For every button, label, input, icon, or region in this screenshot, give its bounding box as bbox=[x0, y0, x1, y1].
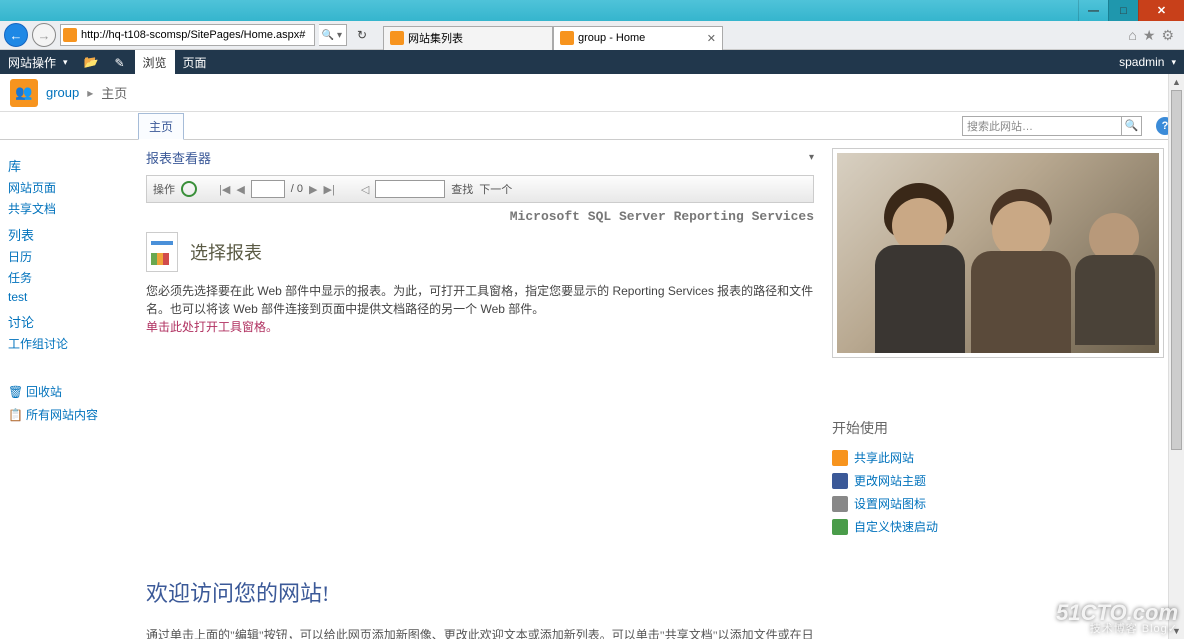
gs-set-icon[interactable]: 设置网站图标 bbox=[832, 492, 1170, 515]
edit-page-icon[interactable]: ✎ bbox=[107, 50, 135, 74]
hero-image bbox=[832, 148, 1164, 358]
nav-head-libraries[interactable]: 库 bbox=[8, 156, 130, 175]
page-body: 库 网站页面 共享文档 列表 日历 任务 test 讨论 工作组讨论 🗑回收站 … bbox=[0, 140, 1184, 639]
home-icon[interactable]: ⌂ bbox=[1128, 27, 1136, 44]
nav-recycle-bin[interactable]: 🗑回收站 bbox=[8, 380, 130, 403]
nav-site-pages[interactable]: 网站页面 bbox=[8, 177, 130, 198]
forward-button[interactable]: → bbox=[32, 23, 56, 47]
sharepoint-ribbon: 网站操作 📂 ✎ 浏览 页面 spadmin bbox=[0, 50, 1184, 74]
tab-close-icon[interactable]: ✕ bbox=[707, 32, 716, 45]
url-input[interactable] bbox=[81, 29, 312, 41]
theme-icon bbox=[832, 473, 848, 489]
report-toolbar: 操作 |◀ ◀ / 0 ▶ ▶| ◁ 查找 下一个 bbox=[146, 175, 814, 203]
report-refresh-icon[interactable] bbox=[181, 181, 197, 197]
breadcrumb-current: 主页 bbox=[101, 83, 127, 102]
nav-head-lists[interactable]: 列表 bbox=[8, 225, 130, 244]
select-report-header: 选择报表 bbox=[146, 232, 814, 272]
nav-test[interactable]: test bbox=[8, 288, 130, 306]
page-topstrip: 主页 🔍 ? bbox=[0, 112, 1184, 140]
address-bar[interactable] bbox=[60, 24, 315, 46]
close-button[interactable]: ✕ bbox=[1138, 0, 1184, 21]
browser-toolbar: ← → 🔍 ▾ ↻ 网站集列表 group - Home ✕ ⌂ ★ ⚙ bbox=[0, 21, 1184, 50]
favorites-icon[interactable]: ★ bbox=[1143, 27, 1156, 44]
scroll-up-icon[interactable]: ▲ bbox=[1169, 74, 1184, 90]
gs-change-theme[interactable]: 更改网站主题 bbox=[832, 469, 1170, 492]
sharepoint-favicon-icon bbox=[560, 31, 574, 45]
browser-icons: ⌂ ★ ⚙ bbox=[1128, 27, 1180, 44]
quicklaunch-icon bbox=[832, 519, 848, 535]
maximize-button[interactable]: □ bbox=[1108, 0, 1138, 21]
site-actions-menu[interactable]: 网站操作 bbox=[0, 50, 76, 74]
gs-customize-quicklaunch[interactable]: 自定义快速启动 bbox=[832, 515, 1170, 538]
next-page-icon[interactable]: ▶ bbox=[309, 183, 317, 196]
siteicon-icon bbox=[832, 496, 848, 512]
allcontent-icon: 📋 bbox=[8, 408, 22, 422]
back-button[interactable]: ← bbox=[4, 23, 28, 47]
open-tool-pane-link[interactable]: 单击此处打开工具窗格。 bbox=[146, 320, 278, 334]
tab-label: 网站集列表 bbox=[408, 30, 463, 46]
main-content: 报表查看器 ▾ 操作 |◀ ◀ / 0 ▶ ▶| ◁ 查找 下一个 Micros… bbox=[138, 140, 1184, 639]
navigate-up-icon[interactable]: 📂 bbox=[76, 50, 107, 74]
nav-head-discussions[interactable]: 讨论 bbox=[8, 312, 130, 331]
browser-search[interactable]: 🔍 ▾ bbox=[319, 24, 347, 46]
nav-calendar[interactable]: 日历 bbox=[8, 246, 130, 267]
ribbon-tab-browse[interactable]: 浏览 bbox=[135, 50, 175, 74]
page-total-label: / 0 bbox=[291, 183, 303, 195]
browser-tabs: 网站集列表 group - Home ✕ bbox=[383, 21, 723, 50]
share-icon bbox=[832, 450, 848, 466]
sharepoint-favicon-icon bbox=[390, 31, 404, 45]
find-input[interactable] bbox=[375, 180, 445, 198]
settings-gear-icon[interactable]: ⚙ bbox=[1161, 27, 1174, 44]
user-menu[interactable]: spadmin bbox=[1111, 50, 1184, 74]
select-report-title: 选择报表 bbox=[190, 239, 262, 265]
window-titlebar: — □ ✕ bbox=[0, 0, 1184, 21]
recycle-icon: 🗑 bbox=[8, 385, 22, 399]
back-parent-icon[interactable]: ◁ bbox=[361, 183, 369, 196]
scroll-thumb[interactable] bbox=[1171, 90, 1182, 450]
tab-group-home[interactable]: group - Home ✕ bbox=[553, 26, 723, 50]
last-page-icon[interactable]: ▶| bbox=[324, 183, 335, 196]
get-started-links: 共享此网站 更改网站主题 设置网站图标 自定义快速启动 bbox=[832, 446, 1170, 538]
webpart-menu-icon[interactable]: ▾ bbox=[809, 152, 814, 163]
prev-page-icon[interactable]: ◀ bbox=[236, 183, 244, 196]
report-viewer-title: 报表查看器 ▾ bbox=[146, 148, 814, 167]
first-page-icon[interactable]: |◀ bbox=[219, 183, 230, 196]
site-search-go-button[interactable]: 🔍 bbox=[1122, 116, 1142, 136]
nav-tasks[interactable]: 任务 bbox=[8, 267, 130, 288]
ssrs-header: Microsoft SQL Server Reporting Services bbox=[146, 209, 814, 224]
watermark: 51CTO.com 技术博客 Blog✓ bbox=[1056, 602, 1178, 635]
find-label[interactable]: 查找 bbox=[451, 181, 473, 197]
nav-all-site-content[interactable]: 📋所有网站内容 bbox=[8, 403, 130, 426]
get-started-heading: 开始使用 bbox=[832, 418, 1170, 438]
breadcrumb: 👥 group ▸ 主页 bbox=[0, 74, 1184, 112]
nav-shared-documents[interactable]: 共享文档 bbox=[8, 198, 130, 219]
quick-launch: 库 网站页面 共享文档 列表 日历 任务 test 讨论 工作组讨论 🗑回收站 … bbox=[0, 140, 138, 639]
site-search-input[interactable] bbox=[962, 116, 1122, 136]
toolbar-actions-label[interactable]: 操作 bbox=[153, 181, 175, 197]
find-next-label[interactable]: 下一个 bbox=[479, 181, 512, 197]
page-number-input[interactable] bbox=[251, 180, 285, 198]
report-instructions: 您必须先选择要在此 Web 部件中显示的报表。为此，可打开工具窗格，指定您要显示… bbox=[146, 282, 814, 336]
vertical-scrollbar[interactable]: ▲ ▼ bbox=[1168, 74, 1184, 639]
home-tab[interactable]: 主页 bbox=[138, 113, 184, 140]
nav-team-discussion[interactable]: 工作组讨论 bbox=[8, 333, 130, 354]
ribbon-tab-page[interactable]: 页面 bbox=[175, 50, 215, 74]
gs-share-site[interactable]: 共享此网站 bbox=[832, 446, 1170, 469]
tab-label: group - Home bbox=[578, 32, 645, 44]
breadcrumb-site-link[interactable]: group bbox=[46, 85, 79, 100]
report-file-icon bbox=[146, 232, 178, 272]
welcome-heading: 欢迎访问您的网站! bbox=[146, 576, 814, 608]
minimize-button[interactable]: — bbox=[1078, 0, 1108, 21]
refresh-button[interactable]: ↻ bbox=[351, 28, 373, 42]
welcome-text: 通过单击上面的"编辑"按钮，可以给此网页添加新图像、更改此欢迎文本或添加新列表。… bbox=[146, 626, 814, 639]
breadcrumb-separator-icon: ▸ bbox=[87, 86, 93, 100]
site-logo-icon[interactable]: 👥 bbox=[10, 79, 38, 107]
tab-sitecollections[interactable]: 网站集列表 bbox=[383, 26, 553, 50]
sharepoint-favicon-icon bbox=[63, 28, 77, 42]
